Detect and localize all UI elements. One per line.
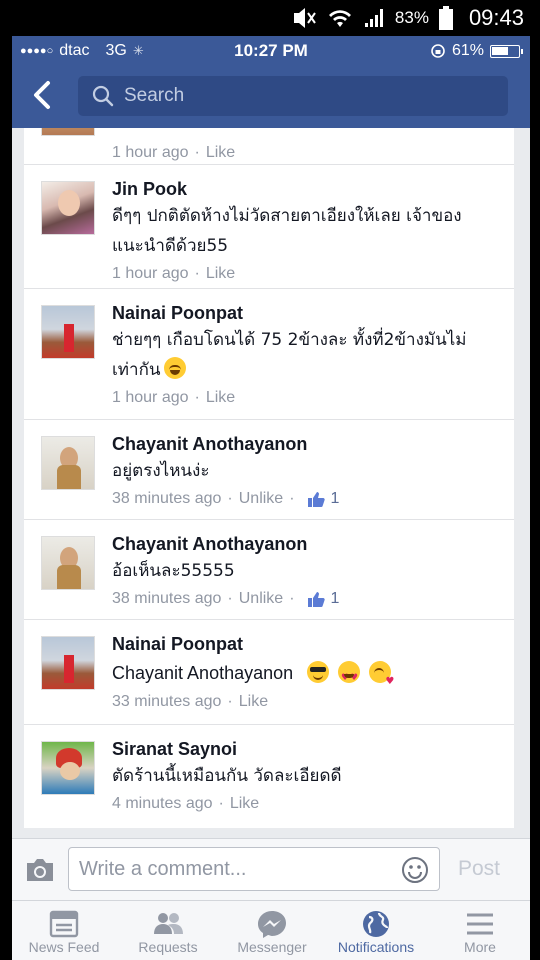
like-button[interactable]: Like: [239, 689, 268, 715]
avatar[interactable]: [41, 128, 95, 136]
avatar[interactable]: [41, 636, 95, 690]
avatar[interactable]: [41, 181, 95, 235]
tab-label: Notifications: [337, 939, 415, 955]
mute-icon: [293, 8, 316, 28]
back-chevron-icon[interactable]: [30, 80, 54, 110]
comment-item: Nainai Poonpat Chayanit Anothayanon 33 m…: [24, 620, 514, 725]
post-button[interactable]: Post: [458, 857, 500, 881]
thumbs-up-icon: [307, 592, 325, 607]
kissing-heart-emoji-icon: [369, 661, 394, 697]
comment-time: 4 minutes ago: [112, 795, 213, 812]
comment-time: 38 minutes ago: [112, 590, 222, 607]
search-bar[interactable]: [78, 76, 508, 116]
comment-item: Chayanit Anothayanon อ้อเห็นละ55555 38 m…: [24, 520, 514, 620]
comment-text: ตัดร้านนี้เหมือนกัน วัดละเอียดดี: [112, 766, 342, 786]
smiley-icon[interactable]: [401, 856, 429, 884]
comment-item: Siranat Saynoi ตัดร้านนี้เหมือนกัน วัดละ…: [24, 725, 514, 828]
like-button[interactable]: Like: [206, 385, 235, 411]
app-header: ●●●●○ dtac 3G ✳ 10:27 PM 61%: [12, 36, 530, 128]
comment-time: 1 hour ago: [112, 389, 189, 406]
comment-author[interactable]: Siranat Saynoi: [112, 737, 502, 761]
comment-text: ดีๆๆ ปกติตัดห้างไม่วัดสายตาเอียงให้เลย เ…: [112, 206, 462, 256]
android-status-bar: 83% 09:43: [0, 0, 540, 36]
tab-notifications[interactable]: Notifications: [324, 901, 428, 960]
tab-label: Requests: [138, 939, 198, 955]
signal-icon: [364, 9, 383, 27]
thumbs-up-icon: [307, 492, 325, 507]
android-battery-percent: 83%: [394, 8, 429, 27]
like-button[interactable]: Like: [230, 791, 259, 817]
comment-list[interactable]: 1 hour ago · Like Jin Pook ดีๆๆ ปกติตัดห้า…: [24, 128, 514, 828]
orientation-lock-icon: [431, 44, 445, 58]
comment-time: 33 minutes ago: [112, 693, 222, 710]
tab-requests[interactable]: Requests: [116, 901, 220, 960]
grinning-sweat-emoji-icon: [164, 357, 187, 379]
comment-author[interactable]: Nainai Poonpat: [112, 301, 502, 325]
comment-item: 1 hour ago · Like: [24, 128, 514, 165]
mention-link[interactable]: Chayanit Anothayanon: [112, 663, 293, 683]
tab-label: More: [464, 939, 496, 955]
comment-text: ช่ายๆๆ เกือบโดนได้ 75 2ข้างละ ทั้งที่2ข้…: [112, 330, 467, 380]
ios-battery-percent: 61%: [451, 42, 484, 59]
unlike-button[interactable]: Unlike: [239, 486, 283, 512]
comment-author[interactable]: Chayanit Anothayanon: [112, 532, 502, 556]
unlike-button[interactable]: Unlike: [239, 586, 283, 612]
sunglasses-emoji-icon: [306, 661, 329, 683]
more-menu-icon: [467, 913, 493, 935]
comment-author[interactable]: Nainai Poonpat: [112, 632, 502, 656]
tab-more[interactable]: More: [428, 901, 530, 960]
wifi-icon: [328, 10, 351, 27]
news-feed-icon: [49, 910, 79, 938]
tab-label: Messenger: [237, 939, 307, 955]
camera-icon[interactable]: [24, 857, 56, 883]
notifications-globe-icon: [363, 911, 389, 937]
comment-time: 1 hour ago: [112, 144, 189, 161]
heart-eyes-emoji-icon: [337, 661, 360, 693]
messenger-icon: [258, 911, 286, 938]
avatar[interactable]: [41, 741, 95, 795]
like-count[interactable]: 1: [307, 486, 339, 512]
like-count[interactable]: 1: [307, 586, 339, 612]
comment-text: Chayanit Anothayanon: [112, 658, 502, 697]
battery-icon: [438, 6, 453, 30]
tab-label: News Feed: [28, 939, 100, 955]
comment-author[interactable]: Chayanit Anothayanon: [112, 432, 502, 456]
comment-item: Jin Pook ดีๆๆ ปกติตัดห้างไม่วัดสายตาเอีย…: [24, 165, 514, 289]
comment-composer: Post: [12, 838, 530, 900]
comment-text: อ้อเห็นละ55555: [112, 561, 235, 581]
comment-item: Chayanit Anothayanon อยู่ตรงไหนง่ะ 38 mi…: [24, 420, 514, 520]
search-icon: [92, 85, 114, 107]
comment-time: 38 minutes ago: [112, 490, 222, 507]
tab-messenger[interactable]: Messenger: [220, 901, 324, 960]
comment-time: 1 hour ago: [112, 265, 189, 282]
requests-icon: [154, 913, 183, 934]
comment-text: อยู่ตรงไหนง่ะ: [112, 461, 210, 481]
ios-status-bar: ●●●●○ dtac 3G ✳ 10:27 PM 61%: [12, 36, 530, 66]
comment-item: Nainai Poonpat ช่ายๆๆ เกือบโดนได้ 75 2ข้…: [24, 289, 514, 420]
like-button[interactable]: Like: [206, 140, 235, 166]
android-clock: 09:43: [468, 5, 524, 30]
tab-news-feed[interactable]: News Feed: [12, 901, 116, 960]
like-button[interactable]: Like: [206, 261, 235, 287]
ios-battery-icon: [490, 44, 523, 58]
avatar[interactable]: [41, 305, 95, 359]
search-input[interactable]: [124, 85, 484, 107]
app-screen: ●●●●○ dtac 3G ✳ 10:27 PM 61% 1 hour ago·…: [12, 36, 530, 960]
comment-author[interactable]: Jin Pook: [112, 177, 502, 201]
avatar[interactable]: [41, 436, 95, 490]
avatar[interactable]: [41, 536, 95, 590]
comment-field[interactable]: [68, 847, 440, 891]
bottom-tab-bar: News Feed Requests Messenger Notificatio…: [12, 900, 530, 960]
comment-input[interactable]: [69, 848, 389, 890]
